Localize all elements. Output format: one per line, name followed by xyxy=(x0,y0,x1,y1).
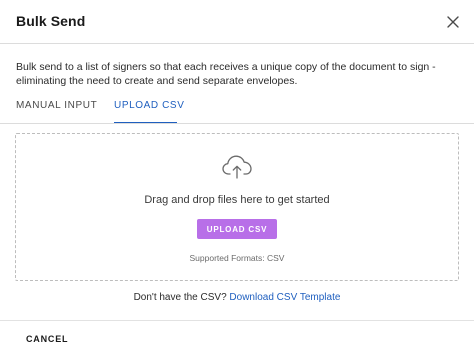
bulk-send-dialog: Bulk Send Bulk send to a list of signers… xyxy=(0,0,474,357)
tab-upload-csv[interactable]: UPLOAD CSV xyxy=(114,100,184,123)
close-icon xyxy=(447,16,459,28)
dialog-title: Bulk Send xyxy=(16,13,86,29)
close-button[interactable] xyxy=(440,9,466,35)
footer-divider xyxy=(0,320,474,321)
dropzone-prompt: Drag and drop files here to get started xyxy=(144,194,330,206)
tab-manual-input[interactable]: MANUAL INPUT xyxy=(16,100,97,123)
supported-formats-label: Supported Formats: CSV xyxy=(189,253,285,263)
dialog-header: Bulk Send xyxy=(0,0,474,44)
cancel-button[interactable]: CANCEL xyxy=(26,334,68,344)
tab-bar: MANUAL INPUT UPLOAD CSV xyxy=(0,96,474,124)
cloud-upload-icon xyxy=(222,155,252,179)
csv-template-question: Don't have the CSV? xyxy=(133,292,227,303)
tabs-divider xyxy=(0,123,474,124)
upload-csv-button[interactable]: UPLOAD CSV xyxy=(197,219,277,239)
dialog-description: Bulk send to a list of signers so that e… xyxy=(16,61,436,87)
csv-template-prompt: Don't have the CSV? Download CSV Templat… xyxy=(0,292,474,303)
file-dropzone[interactable]: Drag and drop files here to get started … xyxy=(15,133,459,281)
download-csv-template-link[interactable]: Download CSV Template xyxy=(229,292,340,303)
